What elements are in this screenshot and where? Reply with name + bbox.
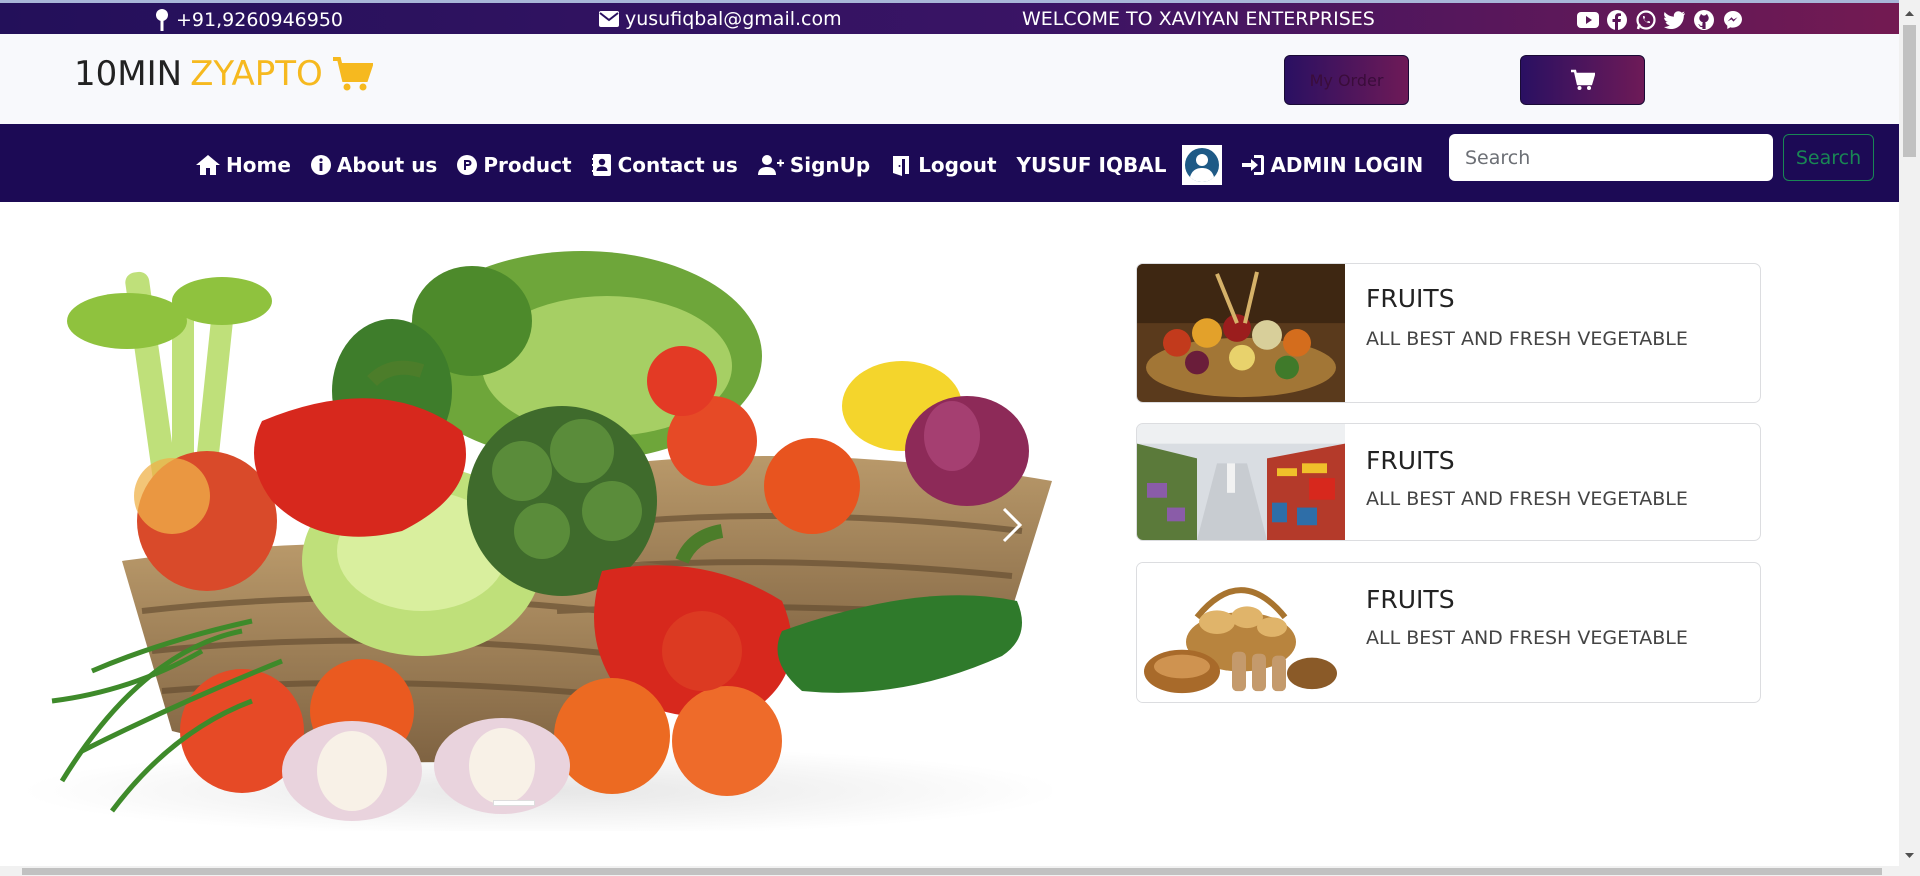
sign-in-icon: [1242, 155, 1265, 175]
phone-contact: +91,9260946950: [154, 8, 343, 32]
admin-login-link[interactable]: ADMIN LOGIN: [1242, 153, 1423, 177]
nav-signup-label: SignUp: [789, 153, 871, 177]
carousel-next-button[interactable]: [1000, 505, 1026, 545]
card-text: ALL BEST AND FRESH VEGETABLE: [1366, 627, 1688, 649]
my-order-button[interactable]: My Order: [1284, 55, 1409, 105]
fruit-basket-image: [1137, 264, 1345, 402]
github-icon[interactable]: [1693, 10, 1715, 30]
social-links: [1577, 10, 1744, 30]
card-title: FRUITS: [1366, 284, 1455, 313]
main-navbar: Home About us Product Contact us SignUp …: [0, 124, 1899, 202]
search-button-label: Search: [1795, 146, 1862, 169]
admin-login-label: ADMIN LOGIN: [1270, 153, 1424, 177]
brand-logo[interactable]: 10MIN ZYAPTO: [74, 54, 373, 94]
scroll-up-icon[interactable]: [1899, 3, 1920, 23]
logout-icon: [893, 156, 910, 176]
card-title: FRUITS: [1366, 585, 1455, 614]
email-address: yusufiqbal@gmail.com: [625, 8, 842, 30]
nav-home-label: Home: [226, 153, 291, 177]
my-order-label: My Order: [1309, 70, 1384, 90]
vertical-scrollbar[interactable]: [1899, 0, 1920, 876]
product-card[interactable]: FRUITS ALL BEST AND FRESH VEGETABLE: [1136, 562, 1761, 703]
youtube-icon[interactable]: [1577, 10, 1599, 30]
horizontal-scroll-thumb[interactable]: [22, 868, 1882, 875]
envelope-icon: [599, 11, 619, 27]
card-title: FRUITS: [1366, 446, 1455, 475]
welcome-text: WELCOME TO XAVIYAN ENTERPRISES: [1022, 8, 1375, 30]
top-info-bar: +91,9260946950 yusufiqbal@gmail.com WELC…: [0, 0, 1899, 34]
horizontal-scrollbar[interactable]: [0, 866, 1899, 876]
user-plus-icon: [757, 155, 784, 175]
nav-signup[interactable]: SignUp: [757, 153, 871, 177]
nav-logout-label: Logout: [918, 153, 997, 177]
hero-carousel: [22, 231, 1052, 831]
nav-home[interactable]: Home: [196, 153, 291, 177]
twitter-icon[interactable]: [1664, 10, 1686, 30]
brand-prefix: 10MIN: [74, 54, 183, 94]
card-text: ALL BEST AND FRESH VEGETABLE: [1366, 328, 1688, 350]
nav-about-label: About us: [336, 153, 438, 177]
facebook-icon[interactable]: [1606, 10, 1628, 30]
search-input[interactable]: [1449, 134, 1773, 181]
phone-number: +91,9260946950: [176, 9, 344, 31]
nav-links: Home About us Product Contact us SignUp …: [196, 145, 1423, 185]
cart-icon: [332, 57, 373, 91]
card-text: ALL BEST AND FRESH VEGETABLE: [1366, 488, 1688, 510]
page: +91,9260946950 yusufiqbal@gmail.com WELC…: [0, 0, 1920, 876]
info-icon: [310, 155, 331, 175]
supermarket-image: [1137, 424, 1345, 540]
nav-contact-label: Contact us: [617, 153, 738, 177]
user-avatar-icon: [1185, 148, 1220, 182]
messenger-icon[interactable]: [1722, 10, 1744, 30]
nav-logout[interactable]: Logout: [890, 153, 997, 177]
nav-product[interactable]: Product: [457, 153, 572, 177]
carousel-indicator-active[interactable]: [494, 801, 534, 805]
avatar: [1182, 145, 1223, 185]
search-button[interactable]: Search: [1783, 134, 1874, 181]
site-header: 10MIN ZYAPTO My Order: [0, 34, 1899, 124]
vegetable-basket-image: [22, 251, 1052, 831]
nav-contact[interactable]: Contact us: [591, 153, 738, 177]
bread-basket-image: [1137, 563, 1345, 702]
contact-icon: [591, 154, 611, 176]
shopping-cart-icon: [1570, 69, 1595, 90]
user-name: YUSUF IQBAL: [1016, 153, 1167, 177]
vertical-scroll-thumb[interactable]: [1903, 25, 1916, 157]
map-pin-icon: [156, 9, 168, 31]
brand-accent: ZYAPTO: [190, 54, 323, 94]
product-icon: [457, 155, 478, 175]
whatsapp-icon[interactable]: [1635, 10, 1657, 30]
home-icon: [196, 155, 220, 175]
nav-product-label: Product: [483, 153, 572, 177]
product-card[interactable]: FRUITS ALL BEST AND FRESH VEGETABLE: [1136, 423, 1761, 541]
user-profile[interactable]: YUSUF IQBAL: [1017, 145, 1223, 185]
cart-button[interactable]: [1520, 55, 1645, 105]
product-card[interactable]: FRUITS ALL BEST AND FRESH VEGETABLE: [1136, 263, 1761, 403]
nav-about[interactable]: About us: [310, 153, 438, 177]
scroll-down-icon[interactable]: [1899, 846, 1920, 866]
chevron-right-icon: [1002, 507, 1023, 543]
email-contact: yusufiqbal@gmail.com: [599, 8, 842, 30]
